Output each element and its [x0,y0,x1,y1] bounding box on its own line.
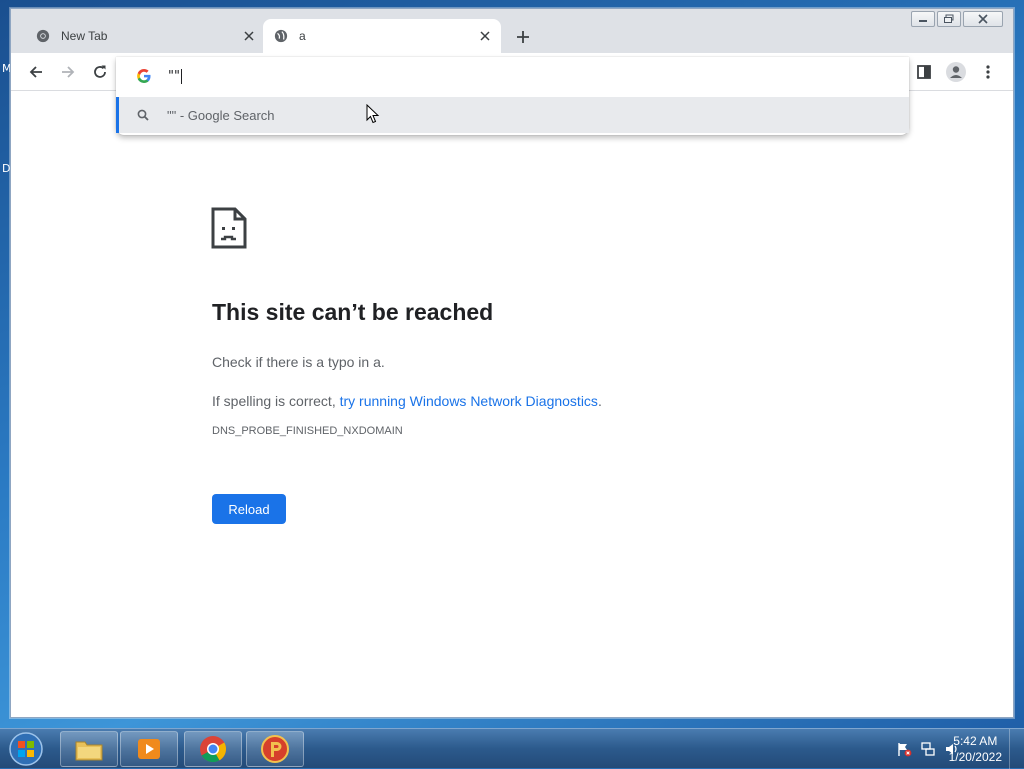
tab-strip: New Tab a [11,9,1013,53]
avatar-icon [946,62,966,82]
error-code: DNS_PROBE_FINISHED_NXDOMAIN [212,425,403,437]
text-caret [180,68,182,84]
diagnostics-prefix: If spelling is correct, [212,393,340,409]
error-message-diagnostics: If spelling is correct, try running Wind… [212,393,602,409]
clock-date: 1/20/2022 [948,750,1002,764]
app-p-icon [261,735,289,763]
side-panel-button[interactable] [911,59,937,85]
plus-icon [517,31,529,43]
menu-button[interactable] [975,59,1001,85]
omnibox-input[interactable]: "" [168,69,180,84]
tab-active[interactable]: a [263,19,501,53]
taskbar-explorer[interactable] [60,731,118,767]
sad-page-icon [211,207,247,249]
tab-new-tab[interactable]: New Tab [25,19,265,53]
reload-icon [94,65,106,78]
show-desktop-button[interactable] [1009,729,1024,769]
google-g-icon [137,69,151,83]
tab-close-icon[interactable] [475,26,495,46]
network-icon[interactable] [920,741,936,757]
close-window-button[interactable] [963,11,1003,27]
restore-button[interactable] [937,11,961,27]
explorer-icon [75,741,103,761]
reload-button[interactable]: Reload [212,494,286,524]
mouse-cursor-icon [366,104,380,124]
browser-window: New Tab a "" "" - Google Search This sit… [10,8,1014,718]
taskbar-media-player[interactable] [120,731,178,767]
taskbar-chrome[interactable] [184,731,242,767]
taskbar: 5:42 AM 1/20/2022 [0,728,1024,769]
restore-icon [944,14,954,23]
chrome-icon [200,736,227,763]
suggestion-text: "" - Google Search [167,107,275,123]
globe-icon [273,28,289,44]
media-player-icon [138,739,160,759]
omnibox-suggestion[interactable]: "" - Google Search [116,97,909,133]
omnibox-dropdown: "" "" - Google Search [116,57,909,135]
back-button[interactable] [23,59,49,85]
reload-toolbar-button[interactable] [87,59,113,85]
arrow-left-icon [29,66,42,78]
error-page: This site can’t be reached Check if ther… [11,91,1013,717]
network-diagnostics-link[interactable]: try running Windows Network Diagnostics [340,393,598,409]
error-message-typo: Check if there is a typo in a. [212,354,385,370]
arrow-right-icon [62,66,75,78]
clock-time: 5:42 AM [953,734,998,748]
profile-button[interactable] [943,59,969,85]
close-icon [978,14,988,24]
chrome-icon [35,28,51,44]
taskbar-app-p[interactable] [246,731,304,767]
more-vertical-icon [986,65,990,79]
tab-close-icon[interactable] [239,26,259,46]
search-icon [135,107,151,123]
address-bar[interactable]: "" [116,57,909,95]
side-panel-icon [917,65,931,79]
minimize-icon [919,20,927,22]
tab-title: New Tab [61,29,108,43]
new-tab-button[interactable] [511,25,535,49]
diagnostics-suffix: . [597,393,602,409]
window-controls [911,11,1003,27]
tab-title: a [299,29,306,43]
start-button[interactable] [6,731,46,767]
minimize-button[interactable] [911,11,935,27]
forward-button[interactable] [55,59,81,85]
clock[interactable]: 5:42 AM 1/20/2022 [949,733,1002,765]
action-center-flag-icon[interactable] [896,741,912,757]
error-title: This site can’t be reached [212,299,494,325]
